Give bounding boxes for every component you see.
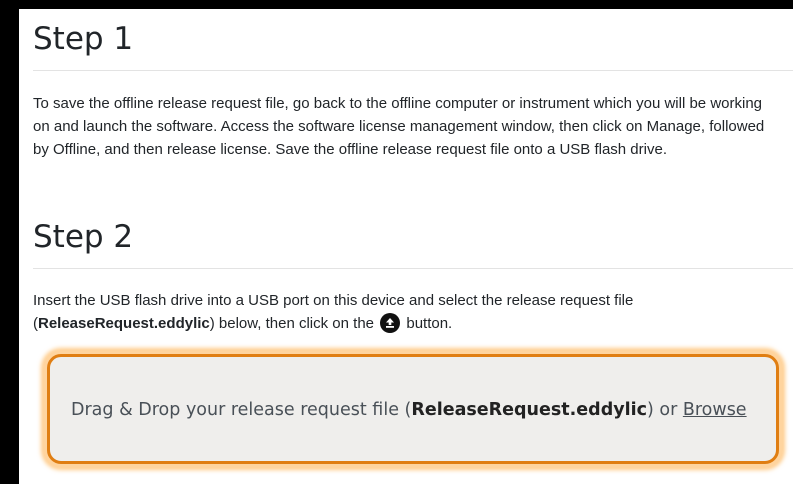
dropzone-text-before: Drag & Drop your release request file ( bbox=[71, 400, 412, 420]
dropzone-text: Drag & Drop your release request file (R… bbox=[71, 400, 747, 420]
step1-heading: Step 1 bbox=[33, 21, 134, 57]
step2-heading: Step 2 bbox=[33, 219, 134, 255]
step2-section: Step 2 bbox=[33, 217, 793, 257]
file-dropzone[interactable]: Drag & Drop your release request file (R… bbox=[47, 354, 779, 464]
step2-text-after: ) below, then click on the bbox=[209, 315, 379, 332]
step1-text: To save the offline release request file… bbox=[33, 95, 765, 158]
page-frame: Step 1 To save the offline release reque… bbox=[19, 9, 793, 484]
step1-divider bbox=[33, 70, 793, 71]
dropzone-file-name: ReleaseRequest.eddylic bbox=[411, 400, 647, 420]
dropzone-highlight: Drag & Drop your release request file (R… bbox=[43, 350, 783, 468]
step2-divider bbox=[33, 268, 793, 269]
step2-text-end: button. bbox=[402, 315, 453, 332]
dropzone-text-after: ) or bbox=[647, 400, 683, 420]
step2-text: Insert the USB flash drive into a USB po… bbox=[33, 289, 781, 335]
browse-link[interactable]: Browse bbox=[683, 400, 747, 420]
step2-file-name: ReleaseRequest.eddylic bbox=[38, 315, 210, 332]
upload-icon bbox=[380, 313, 401, 333]
step1-section: Step 1 bbox=[33, 19, 793, 59]
